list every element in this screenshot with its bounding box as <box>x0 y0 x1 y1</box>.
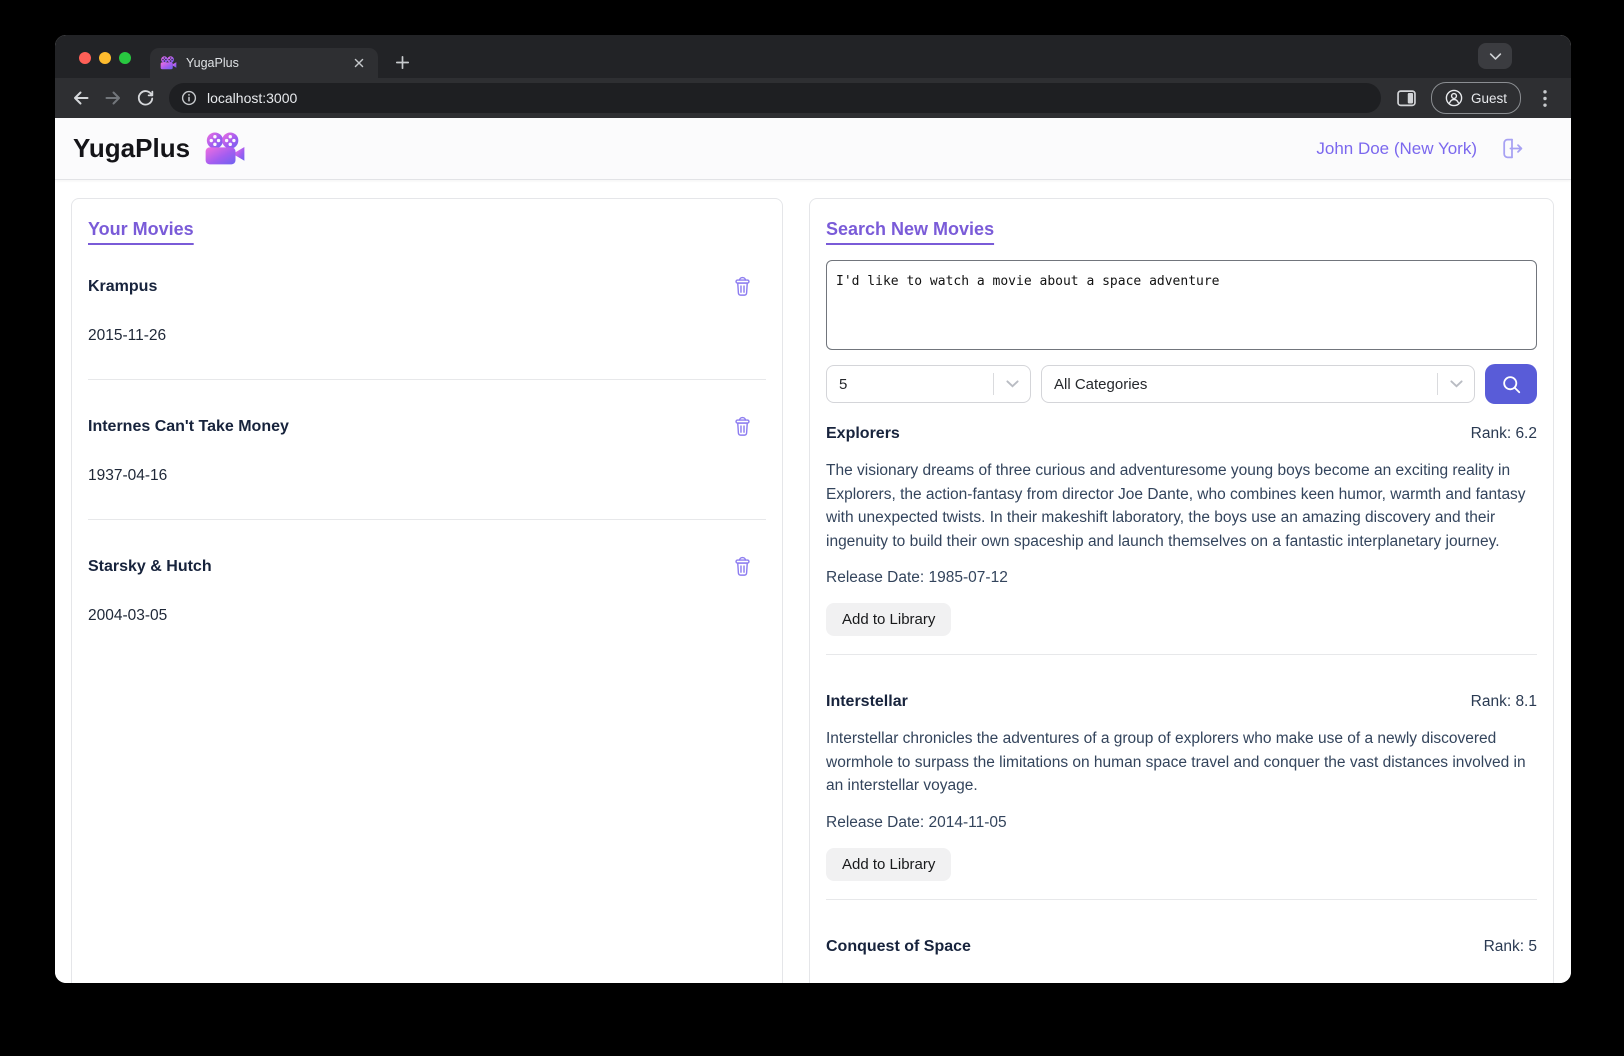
trash-icon <box>733 276 752 297</box>
address-bar[interactable]: localhost:3000 <box>169 83 1381 113</box>
search-results: Explorers Rank: 6.2 The visionary dreams… <box>826 425 1537 956</box>
minimize-window-button[interactable] <box>99 52 111 64</box>
result-rank: Rank: 8.1 <box>1471 693 1537 711</box>
browser-toolbar: localhost:3000 Guest <box>55 78 1571 118</box>
search-button[interactable] <box>1485 364 1537 404</box>
profile-label: Guest <box>1471 91 1507 106</box>
browser-menu-icon[interactable] <box>1529 82 1561 114</box>
url-text: localhost:3000 <box>207 90 297 106</box>
traffic-lights <box>79 52 131 64</box>
trash-icon <box>733 556 752 577</box>
side-panel-icon[interactable] <box>1391 82 1423 114</box>
results-limit-select[interactable]: 5 <box>826 365 1031 403</box>
movie-camera-icon <box>204 132 246 166</box>
result-title: Explorers <box>826 425 900 443</box>
reload-icon[interactable] <box>129 82 161 114</box>
search-result-item: Interstellar Rank: 8.1 Interstellar chro… <box>826 693 1537 900</box>
new-tab-button[interactable] <box>389 49 415 75</box>
result-release-date: Release Date: 2014-11-05 <box>826 814 1537 832</box>
movie-list-item: Starsky & Hutch <box>88 556 766 625</box>
movie-list-item: Internes Can't Take Money <box>88 416 766 520</box>
delete-movie-button[interactable] <box>733 556 752 577</box>
tab-yugaplus[interactable]: YugaPlus <box>150 48 378 78</box>
tab-strip: YugaPlus <box>55 35 1571 78</box>
add-to-library-button[interactable]: Add to Library <box>826 603 951 636</box>
brand-title: YugaPlus <box>73 133 190 164</box>
search-result-item: Conquest of Space Rank: 5 <box>826 938 1537 956</box>
result-description: The visionary dreams of three curious an… <box>826 459 1528 553</box>
search-icon <box>1501 374 1522 395</box>
category-select[interactable]: All Categories <box>1041 365 1475 403</box>
profile-button[interactable]: Guest <box>1431 82 1521 114</box>
your-movies-panel: Your Movies Krampus <box>71 198 783 983</box>
person-circle-icon <box>1445 89 1463 107</box>
movie-title: Krampus <box>88 278 157 296</box>
user-name: John Doe (New York) <box>1316 139 1477 159</box>
search-heading: Search New Movies <box>826 219 994 240</box>
results-limit-value: 5 <box>827 376 993 393</box>
movie-list: Krampus 2015-11 <box>88 276 766 625</box>
result-title: Interstellar <box>826 693 908 711</box>
tab-overflow-button[interactable] <box>1478 43 1512 69</box>
logout-button[interactable] <box>1499 136 1526 161</box>
movie-release-date: 1937-04-16 <box>88 467 766 485</box>
search-panel: Search New Movies I'd like to watch a mo… <box>809 198 1554 983</box>
search-controls: 5 All Categories <box>826 365 1537 403</box>
delete-movie-button[interactable] <box>733 276 752 297</box>
yugaplus-app: YugaPlus John Doe (New York) <box>55 118 1571 983</box>
site-info-icon[interactable] <box>181 90 197 106</box>
movie-release-date: 2004-03-05 <box>88 607 766 625</box>
add-to-library-button[interactable]: Add to Library <box>826 848 951 881</box>
movie-list-item: Krampus 2015-11 <box>88 276 766 380</box>
app-header: YugaPlus John Doe (New York) <box>55 118 1571 180</box>
result-title: Conquest of Space <box>826 938 971 956</box>
result-rank: Rank: 5 <box>1484 938 1537 956</box>
tab-close-icon[interactable] <box>350 54 368 72</box>
search-result-item: Explorers Rank: 6.2 The visionary dreams… <box>826 425 1537 655</box>
movie-title: Starsky & Hutch <box>88 558 212 576</box>
tab-title: YugaPlus <box>186 56 341 70</box>
chevron-down-icon <box>994 366 1030 402</box>
browser-window: YugaPlus <box>55 35 1571 983</box>
result-description: Interstellar chronicles the adventures o… <box>826 727 1528 798</box>
delete-movie-button[interactable] <box>733 416 752 437</box>
forward-icon[interactable] <box>97 82 129 114</box>
back-icon[interactable] <box>65 82 97 114</box>
search-query-input[interactable]: I'd like to watch a movie about a space … <box>826 260 1537 350</box>
result-release-date: Release Date: 1985-07-12 <box>826 569 1537 587</box>
main-content: Your Movies Krampus <box>55 180 1571 983</box>
favicon-movie-camera-icon <box>160 56 177 70</box>
movie-title: Internes Can't Take Money <box>88 418 289 436</box>
result-rank: Rank: 6.2 <box>1471 425 1537 443</box>
chevron-down-icon <box>1438 366 1474 402</box>
zoom-window-button[interactable] <box>119 52 131 64</box>
close-window-button[interactable] <box>79 52 91 64</box>
movie-release-date: 2015-11-26 <box>88 327 766 345</box>
category-value: All Categories <box>1042 376 1437 393</box>
logout-icon <box>1499 136 1526 161</box>
trash-icon <box>733 416 752 437</box>
your-movies-heading: Your Movies <box>88 219 194 240</box>
